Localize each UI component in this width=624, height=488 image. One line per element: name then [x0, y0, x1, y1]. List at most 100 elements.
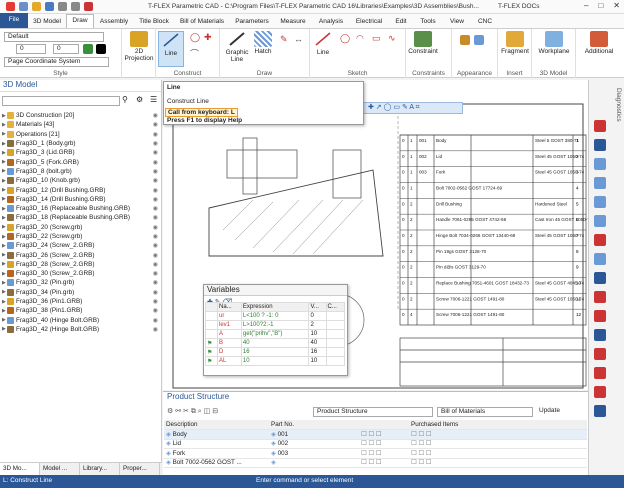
visibility-icon[interactable]: ◉: [153, 159, 158, 166]
tree-item[interactable]: ▶ Frag3D_38 (Pin1.GRB) ◉: [0, 306, 162, 315]
tool-icon[interactable]: [594, 329, 606, 341]
hatch-button[interactable]: Hatch: [252, 31, 274, 55]
tree-item[interactable]: ▶ Operations [21] ◉: [0, 130, 162, 139]
product-row[interactable]: ◈ Body ◈ 001 ☐ ☐ ☐ ☐ ☐ ☐: [164, 429, 587, 440]
tab-draw[interactable]: Draw: [66, 14, 94, 28]
tree-item[interactable]: ▶ 3D Construction [20] ◉: [0, 111, 162, 120]
text-icon[interactable]: ✎: [280, 34, 288, 45]
coordinate-system-select[interactable]: Page Coordinate System: [4, 57, 109, 67]
tree-item[interactable]: ▶ Frag3D_34 (Pin.grb) ◉: [0, 288, 162, 297]
checkbox-icon[interactable]: ☐ ☐ ☐: [361, 450, 381, 457]
variable-row[interactable]: ur L<100 ? -1: 00: [205, 311, 345, 321]
circle-icon[interactable]: ◯: [190, 32, 200, 43]
tree-item[interactable]: ▶ Frag3D_26 (Screw_2.GRB) ◉: [0, 250, 162, 259]
fragment-button[interactable]: Fragment: [499, 31, 531, 55]
tab-title-block[interactable]: Title Block: [134, 16, 174, 28]
product-header[interactable]: Purchased Items: [409, 420, 587, 430]
node-icon[interactable]: ✚: [204, 32, 212, 43]
new-icon[interactable]: [19, 2, 28, 11]
width-field[interactable]: 0: [16, 44, 46, 54]
variables-header[interactable]: Na...: [217, 302, 242, 312]
variables-header[interactable]: Expression: [240, 302, 310, 312]
visibility-icon[interactable]: ◉: [153, 187, 158, 194]
visibility-icon[interactable]: ◉: [153, 214, 158, 221]
toolbar-tools-icon[interactable]: ✚ ↗ ◯ ▭ ✎ A ⌗: [368, 104, 420, 111]
visibility-icon[interactable]: ◉: [153, 112, 158, 119]
visibility-icon[interactable]: ◉: [153, 205, 158, 212]
layer-select[interactable]: Default: [4, 32, 104, 42]
visibility-icon[interactable]: ◉: [153, 317, 158, 324]
visibility-icon[interactable]: ◉: [153, 326, 158, 333]
workplane-button[interactable]: Workplane: [534, 31, 574, 55]
checkbox-icon[interactable]: ☐ ☐ ☐: [411, 450, 431, 457]
tab-assembly[interactable]: Assembly: [94, 16, 134, 28]
sketch-spline-icon[interactable]: ∿: [388, 33, 396, 44]
tab-measure[interactable]: Measure: [274, 16, 312, 28]
tool-icon[interactable]: [594, 310, 606, 322]
variable-row[interactable]: ⚑ AL 10 10: [205, 356, 345, 366]
arc-icon[interactable]: ⌒: [190, 47, 199, 60]
checkbox-icon[interactable]: ☐ ☐ ☐: [361, 431, 381, 438]
visibility-icon[interactable]: ◉: [153, 121, 158, 128]
settings-icon[interactable]: ⚙: [136, 95, 143, 104]
construct-line-button[interactable]: Line: [158, 31, 184, 67]
height-field[interactable]: 0: [53, 44, 79, 54]
tool-icon[interactable]: [594, 386, 606, 398]
product-header[interactable]: Part No.: [269, 420, 359, 430]
undo-icon[interactable]: [58, 2, 67, 11]
tree-item[interactable]: ▶ Frag3D_32 (Pin.grb) ◉: [0, 278, 162, 287]
tree-item[interactable]: ▶ Frag3D_5 (Fork.GRB) ◉: [0, 157, 162, 166]
black-color-icon[interactable]: [96, 44, 106, 54]
open-icon[interactable]: [32, 2, 41, 11]
checkbox-icon[interactable]: ☐ ☐ ☐: [411, 459, 431, 466]
tab-electrical[interactable]: Electrical: [350, 16, 388, 28]
maximize-button[interactable]: □: [598, 1, 603, 10]
visibility-icon[interactable]: ◉: [153, 233, 158, 240]
tree-item[interactable]: ▶ Frag3D_3 (Lid.GRB) ◉: [0, 148, 162, 157]
visibility-icon[interactable]: ◉: [153, 279, 158, 286]
tab-bill-of-materials[interactable]: Bill of Materials: [174, 16, 230, 28]
tool-icon[interactable]: [84, 2, 93, 11]
tree-item[interactable]: ▶ Frag3D_24 (Screw_2.GRB) ◉: [0, 241, 162, 250]
variable-row[interactable]: Aget("prihv","B") 10: [205, 329, 345, 339]
tool-icon[interactable]: [594, 272, 606, 284]
sketch-rect-icon[interactable]: ▭: [372, 33, 381, 44]
graphic-line-button[interactable]: Graphic Line: [224, 31, 250, 63]
redo-icon[interactable]: [71, 2, 80, 11]
variables-header[interactable]: C...: [325, 302, 345, 312]
tree-search-input[interactable]: [2, 96, 120, 106]
search-icon[interactable]: ⚲: [122, 95, 128, 104]
visibility-icon[interactable]: ◉: [153, 149, 158, 156]
variable-row[interactable]: ⚑ D 16 16: [205, 347, 345, 357]
tool-icon[interactable]: [594, 348, 606, 360]
tab-analysis[interactable]: Analysis: [312, 16, 350, 28]
checkbox-icon[interactable]: ☐ ☐ ☐: [411, 431, 431, 438]
product-row[interactable]: ◈ Bolt 7002-0562 GOST ... ◈ ☐ ☐ ☐ ☐ ☐ ☐: [164, 458, 587, 468]
list-icon[interactable]: ☰: [150, 95, 157, 104]
tree-item[interactable]: ▶ Frag3D_28 (Screw_2.GRB) ◉: [0, 260, 162, 269]
constraint-button[interactable]: Constraint: [408, 31, 438, 55]
tree-item[interactable]: ▶ Frag3D_8 (bolt.grb) ◉: [0, 167, 162, 176]
tool-icon[interactable]: [594, 253, 606, 265]
diagnostics-tab[interactable]: Diagnostics: [615, 88, 622, 122]
variables-header[interactable]: [205, 302, 218, 312]
visibility-icon[interactable]: ◉: [153, 131, 158, 138]
tool-icon[interactable]: [594, 405, 606, 417]
tree-item[interactable]: ▶ Frag3D_1 (Body.grb) ◉: [0, 139, 162, 148]
tool-icon[interactable]: [594, 234, 606, 246]
checkbox-icon[interactable]: ☐ ☐ ☐: [361, 440, 381, 447]
tree-item[interactable]: ▶ Frag3D_14 (Drill Bushing.GRB) ◉: [0, 195, 162, 204]
visibility-icon[interactable]: ◉: [153, 289, 158, 296]
checkbox-icon[interactable]: ☐ ☐ ☐: [361, 459, 381, 466]
tool-icon[interactable]: [594, 196, 606, 208]
additional-button[interactable]: Additional: [578, 31, 620, 55]
variable-row[interactable]: lev1 L>100?2:-1 2: [205, 320, 345, 330]
save-icon[interactable]: [45, 2, 54, 11]
bom-select[interactable]: Bill of Materials: [437, 407, 533, 417]
checkbox-icon[interactable]: ☐ ☐ ☐: [411, 440, 431, 447]
visibility-icon[interactable]: ◉: [153, 242, 158, 249]
visibility-icon[interactable]: ◉: [153, 270, 158, 277]
visibility-icon[interactable]: ◉: [153, 224, 158, 231]
tree-item[interactable]: ▶ Frag3D_10 (Knob.grb) ◉: [0, 176, 162, 185]
tool-icon[interactable]: [594, 139, 606, 151]
